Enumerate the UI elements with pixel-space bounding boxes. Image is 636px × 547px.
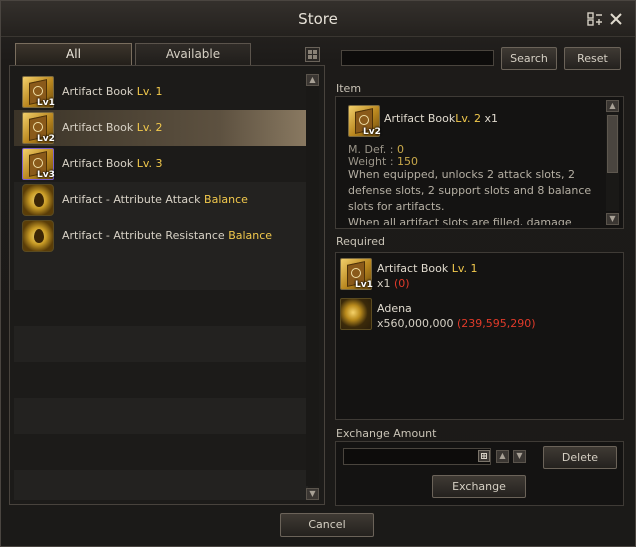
cancel-button[interactable]: Cancel [280,513,374,537]
exchange-button[interactable]: Exchange [432,475,526,498]
scroll-down-icon[interactable]: ▼ [306,488,319,500]
item-name-text: Artifact Book [384,112,456,125]
list-item[interactable]: Lv3 Artifact Book Lv. 3 [14,146,308,182]
tab-all[interactable]: All [15,43,132,65]
artifact-book-icon: Lv3 [22,148,55,180]
tab-bar: All Available [15,43,327,65]
list-item-type: Balance [204,193,248,206]
scroll-thumb[interactable] [607,115,618,173]
adena-coin-icon [340,298,372,330]
list-item-type: Balance [228,229,273,242]
list-item-label: Artifact Book Lv. 3 [62,157,163,170]
store-window: Store All Available Lv1 Artifact Book Lv… [0,0,636,547]
list-item-label: Artifact Book Lv. 1 [62,85,163,98]
artifact-book-icon: Lv1 [340,258,373,290]
grid-view-icon[interactable] [305,47,320,62]
list-item-label: Artifact - Attribute Attack Balance [62,193,248,206]
search-button[interactable]: Search [501,47,557,70]
artifact-icon [22,220,54,252]
empty-row [14,326,308,362]
item-section-label: Item [336,82,362,95]
search-input[interactable] [341,50,494,66]
window-title: Store [298,10,338,28]
level-badge: Lv3 [37,170,55,180]
list-item-name: Artifact Book [62,85,134,98]
owned-count: (0) [394,277,410,290]
required-item-level: Lv. 1 [451,262,478,275]
required-qty: x1 [377,277,391,290]
item-name: Artifact BookLv. 2 x1 [384,112,498,125]
list-item-level: Lv. 1 [136,85,163,98]
required-item-qty: x560,000,000 (239,595,290) [377,317,536,330]
list-item-label: Artifact - Attribute Resistance Balance [62,229,272,242]
list-item-level: Lv. 3 [136,157,163,170]
scroll-up-icon[interactable]: ▲ [306,74,319,86]
decrement-icon[interactable]: ▼ [513,450,526,463]
exchange-amount-label: Exchange Amount [336,427,437,440]
item-list: Lv1 Artifact Book Lv. 1 Lv2 Artifact Boo… [9,65,325,505]
artifact-book-icon: Lv2 [348,105,381,137]
item-level: Lv. 2 [455,112,482,125]
list-item-name: Artifact Book [62,157,134,170]
delete-button[interactable]: Delete [543,446,617,469]
level-badge: Lv2 [37,134,55,144]
scroll-down-icon[interactable]: ▼ [606,213,619,225]
window-settings-icon[interactable] [587,11,603,27]
list-scrollbar[interactable] [306,86,319,486]
item-description: When equipped, unlocks 2 attack slots, 2… [348,168,592,225]
required-item-name-text: Artifact Book [377,262,449,275]
list-item[interactable]: Lv1 Artifact Book Lv. 1 [14,74,308,110]
level-badge: Lv1 [355,280,373,290]
increment-icon[interactable]: ▲ [496,450,509,463]
artifact-book-icon: Lv1 [22,76,55,108]
calculator-icon[interactable] [478,450,490,462]
list-item-level: Lv. 2 [136,121,163,134]
list-item-label: Artifact Book Lv. 2 [62,121,163,134]
title-bar[interactable]: Store [1,1,635,37]
empty-row [14,398,308,434]
owned-count: (239,595,290) [457,317,536,330]
list-item-name: Artifact - Attribute Attack [62,193,201,206]
list-item[interactable]: Artifact - Attribute Attack Balance [14,182,308,218]
reset-button[interactable]: Reset [564,47,621,70]
list-item-name: Artifact - Attribute Resistance [62,229,225,242]
tab-available[interactable]: Available [135,43,251,65]
required-panel: Lv1 Artifact Book Lv. 1 x1 (0) Adena x56… [335,252,624,420]
artifact-icon [22,184,54,216]
empty-row [14,254,308,290]
required-item-name: Artifact Book Lv. 1 [377,262,478,275]
required-section-label: Required [336,235,385,248]
required-qty: x560,000,000 [377,317,454,330]
item-detail-panel: Lv2 Artifact BookLv. 2 x1 M. Def. : 0 We… [335,96,624,229]
level-badge: Lv1 [37,98,55,108]
item-qty: x1 [484,112,499,125]
scroll-up-icon[interactable]: ▲ [606,100,619,112]
list-item-selected[interactable]: Lv2 Artifact Book Lv. 2 [14,110,308,146]
artifact-book-icon: Lv2 [22,112,55,144]
level-badge: Lv2 [363,127,381,137]
list-item-name: Artifact Book [62,121,134,134]
exchange-amount-input[interactable] [343,448,491,465]
list-item[interactable]: Artifact - Attribute Resistance Balance [14,218,308,254]
close-icon[interactable] [608,11,624,27]
required-item-qty: x1 (0) [377,277,410,290]
empty-row [14,470,308,500]
required-item-name: Adena [377,302,412,315]
